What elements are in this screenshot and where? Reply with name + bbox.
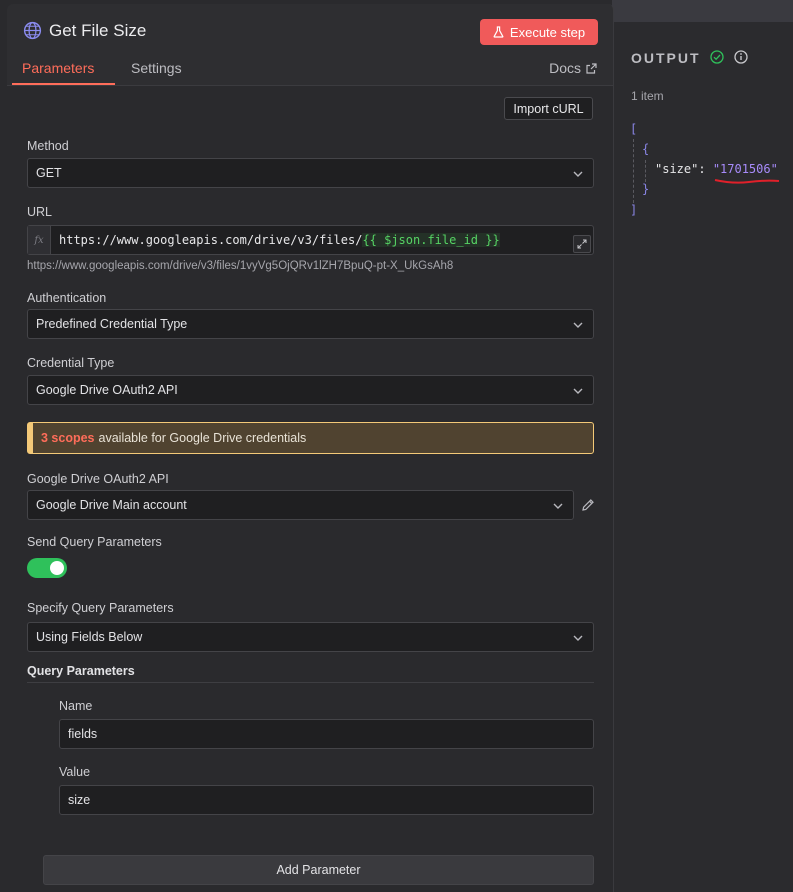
param-value-value: size (68, 793, 91, 807)
url-expression: {{ $json.file_id }} (362, 233, 500, 247)
execute-step-button[interactable]: Execute step (480, 19, 598, 45)
toggle-knob (50, 561, 64, 575)
check-circle-icon (710, 50, 724, 64)
json-value: "1701506" (712, 162, 778, 176)
authentication-label: Authentication (27, 291, 107, 305)
expand-editor-button[interactable] (573, 235, 591, 253)
docs-link[interactable]: Docs (549, 60, 597, 76)
url-label: URL (27, 205, 53, 219)
active-tab-indicator (12, 83, 115, 85)
chevron-down-icon (573, 322, 583, 328)
credential-label: Google Drive OAuth2 API (27, 472, 169, 486)
specify-query-select[interactable]: Using Fields Below (27, 622, 594, 652)
credential-type-value: Google Drive OAuth2 API (36, 383, 178, 397)
chevron-down-icon (573, 635, 583, 641)
url-prefix: https://www.googleapis.com/drive/v3/file… (59, 233, 363, 247)
scopes-count-link[interactable]: 3 scopes (41, 431, 95, 445)
globe-icon (23, 21, 42, 40)
pencil-icon[interactable] (581, 498, 595, 512)
param-name-label: Name (59, 699, 93, 713)
flask-icon (493, 26, 504, 38)
output-panel-background (612, 22, 793, 892)
url-value: https://www.googleapis.com/drive/v3/file… (59, 233, 500, 247)
chevron-down-icon (573, 171, 583, 177)
specify-query-value: Using Fields Below (36, 630, 143, 644)
json-close-object: } (642, 182, 650, 196)
method-select[interactable]: GET (27, 158, 594, 188)
credential-type-label: Credential Type (27, 356, 115, 370)
top-strip (612, 0, 793, 22)
param-value-label: Value (59, 765, 91, 779)
node-title: Get File Size (49, 21, 147, 40)
output-item-count: 1 item (631, 89, 664, 103)
tab-parameters[interactable]: Parameters (22, 60, 94, 76)
add-parameter-button[interactable]: Add Parameter (43, 855, 594, 885)
param-name-value: fields (68, 727, 98, 741)
info-icon[interactable] (734, 50, 748, 64)
authentication-value: Predefined Credential Type (36, 317, 188, 331)
json-guide-line (645, 160, 646, 182)
output-title: OUTPUT (631, 50, 701, 66)
specify-query-label: Specify Query Parameters (27, 601, 174, 615)
external-link-icon (586, 62, 597, 74)
json-open-array: [ (630, 122, 638, 136)
url-input[interactable]: fx https://www.googleapis.com/drive/v3/f… (27, 225, 594, 255)
scopes-notice-text: available for Google Drive credentials (98, 431, 307, 445)
expression-fx-badge: fx (28, 226, 51, 254)
json-key: "size": (655, 162, 706, 176)
docs-label: Docs (549, 60, 581, 76)
json-entry[interactable]: "size": "1701506" (655, 162, 778, 176)
json-guide-line (633, 139, 634, 203)
credential-select[interactable]: Google Drive Main account (27, 490, 574, 520)
parameters-body: Import cURL Method GET URL fx https://ww… (7, 86, 613, 892)
section-divider (27, 682, 594, 683)
scopes-notice: 3 scopes available for Google Drive cred… (27, 422, 594, 454)
red-underline-annotation (714, 179, 780, 184)
node-settings-panel: Get File Size Execute step Parameters Se… (7, 4, 614, 892)
send-query-toggle[interactable] (27, 558, 67, 578)
credential-type-select[interactable]: Google Drive OAuth2 API (27, 375, 594, 405)
param-value-input[interactable]: size (59, 785, 594, 815)
credential-value: Google Drive Main account (36, 498, 187, 512)
tab-bar: Parameters Settings Docs (7, 58, 613, 86)
import-curl-button[interactable]: Import cURL (504, 97, 593, 120)
left-edge (0, 0, 7, 892)
tab-settings[interactable]: Settings (131, 60, 182, 76)
send-query-label: Send Query Parameters (27, 535, 162, 549)
query-parameters-title: Query Parameters (27, 664, 135, 678)
method-value: GET (36, 166, 62, 180)
expand-icon (577, 239, 587, 249)
json-open-object: { (642, 142, 650, 156)
panel-header: Get File Size Execute step Parameters Se… (7, 4, 613, 86)
method-label: Method (27, 139, 69, 153)
execute-step-label: Execute step (509, 24, 586, 40)
url-resolved-preview: https://www.googleapis.com/drive/v3/file… (27, 260, 454, 272)
chevron-down-icon (553, 503, 563, 509)
json-close-array: ] (630, 203, 638, 217)
chevron-down-icon (573, 388, 583, 394)
param-name-input[interactable]: fields (59, 719, 594, 749)
authentication-select[interactable]: Predefined Credential Type (27, 309, 594, 339)
